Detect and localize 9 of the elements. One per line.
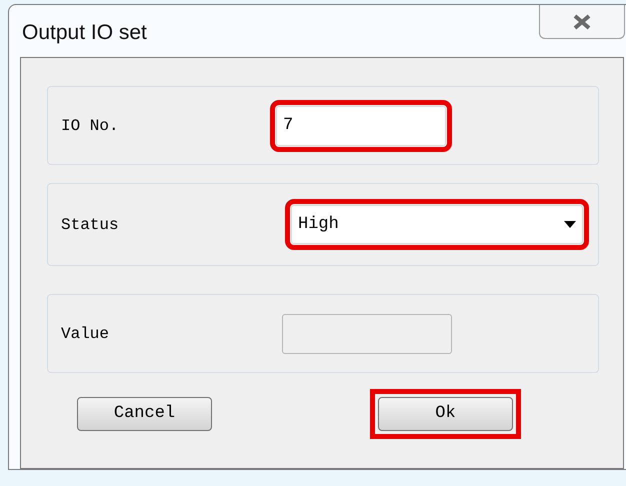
close-button[interactable] bbox=[539, 5, 625, 39]
window-title: Output IO set bbox=[22, 20, 147, 46]
dialog-button[interactable]: Ok bbox=[378, 397, 513, 431]
close-icon bbox=[572, 14, 592, 30]
field-label: Value bbox=[61, 324, 110, 344]
dialog-button[interactable]: Cancel bbox=[77, 397, 212, 431]
field-label: Status bbox=[61, 214, 120, 236]
dropdown-arrow-icon bbox=[564, 221, 576, 228]
field-label: IO No. bbox=[61, 116, 120, 136]
